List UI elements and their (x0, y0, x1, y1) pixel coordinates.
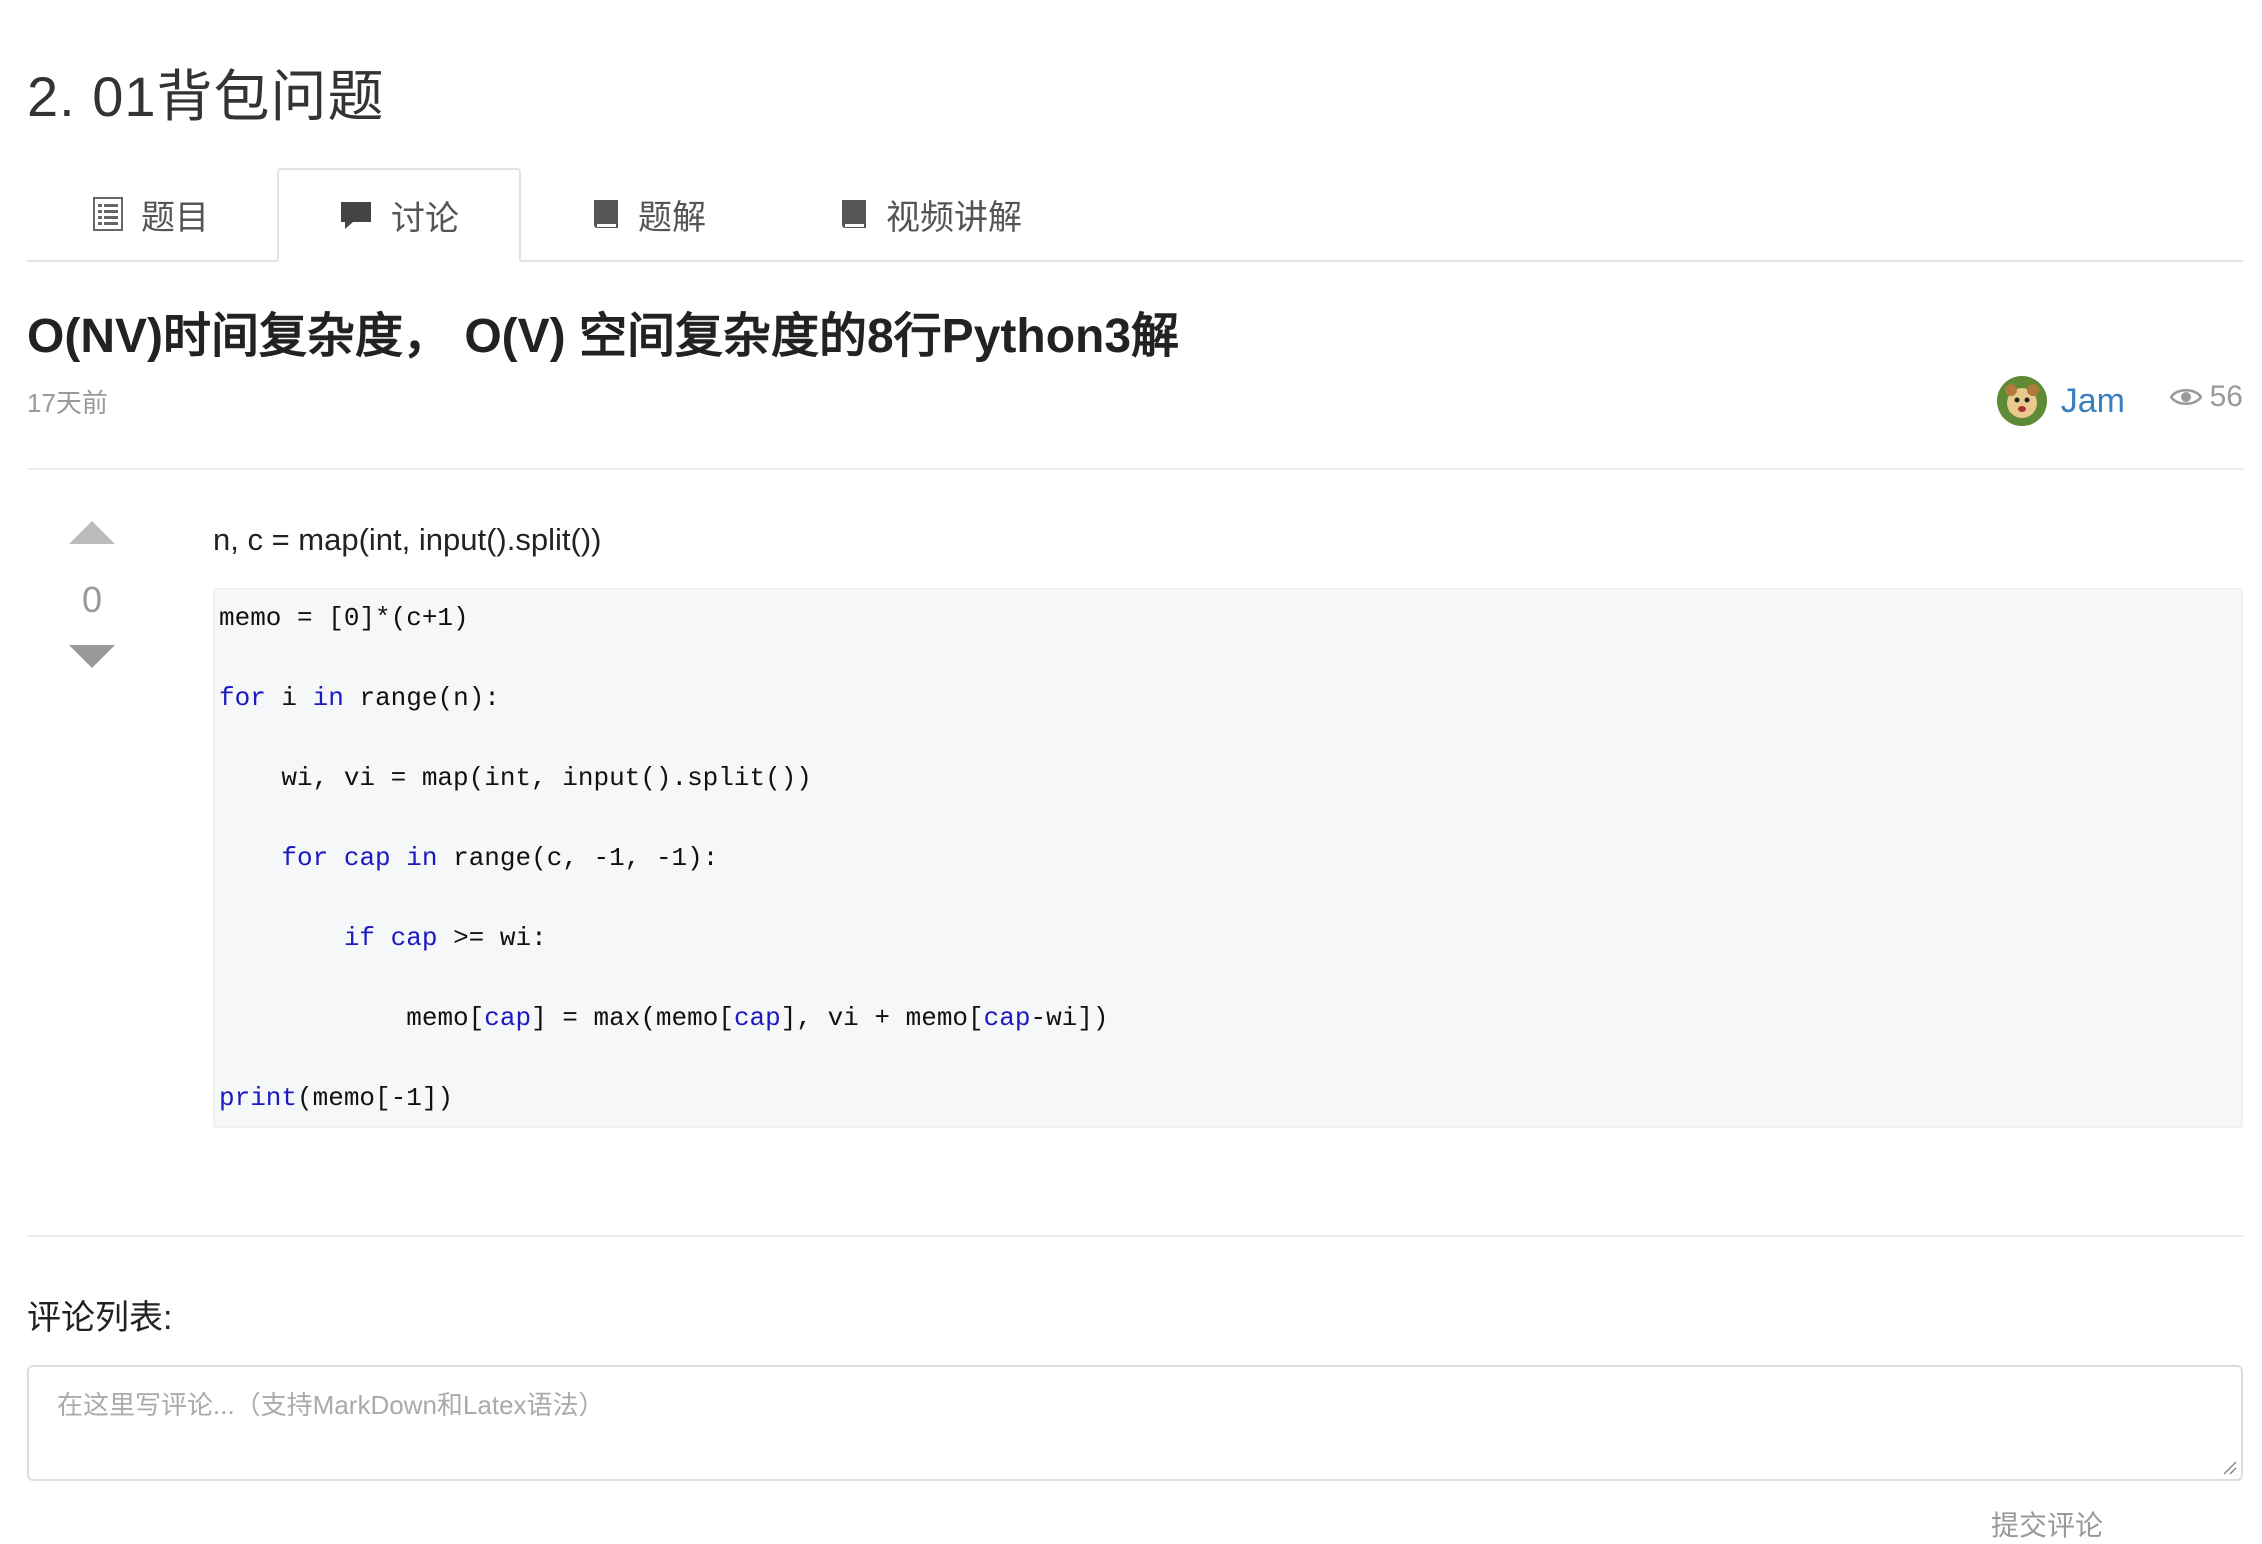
tab-solutions[interactable]: 题解 (523, 168, 773, 260)
eye-icon (2169, 389, 2202, 405)
book-icon (594, 200, 618, 228)
comment-placeholder: 在这里写评论...（支持MarkDown和Latex语法） (57, 1390, 605, 1420)
code-keyword: cap (983, 1003, 1031, 1033)
code-keyword: in (312, 683, 344, 713)
avatar-image (1996, 376, 2047, 426)
post-body: n, c = map(int, input().split()) memo = … (213, 522, 2243, 1128)
book-icon (842, 200, 866, 228)
vote-widget: 0 (67, 518, 117, 676)
comment-input[interactable]: 在这里写评论...（支持MarkDown和Latex语法） (27, 1365, 2243, 1481)
tab-video[interactable]: 视频讲解 (775, 168, 1085, 260)
tab-label: 题解 (638, 198, 706, 237)
list-icon (93, 197, 123, 231)
post-text: n, c = map(int, input().split()) (213, 522, 602, 557)
view-count-value: 56 (2209, 380, 2243, 413)
tab-bar: 题目 讨论 题解 视频讲解 (27, 168, 2243, 262)
divider (27, 468, 2243, 470)
avatar[interactable] (1996, 376, 2047, 426)
code-line: print(memo[-1]) (219, 1083, 454, 1113)
code-keyword: if (343, 923, 376, 953)
code-line: memo[cap] = max(memo[cap], vi + memo[cap… (406, 1003, 1109, 1033)
resize-handle-icon[interactable] (2221, 1459, 2237, 1475)
tab-label: 视频讲解 (886, 198, 1022, 237)
divider (27, 1235, 2243, 1237)
author[interactable]: Jam (1996, 376, 2125, 426)
tab-label: 讨论 (391, 199, 459, 238)
tab-discussion[interactable]: 讨论 (277, 168, 521, 262)
code-line: for i in range(n): (219, 683, 500, 713)
downvote-icon[interactable] (67, 643, 117, 671)
comments-heading: 评论列表: (27, 1299, 173, 1337)
submit-comment-button[interactable]: 提交评论 (1991, 1504, 2103, 1544)
code-block: memo = [0]*(c+1) for i in range(n): wi, … (213, 588, 2243, 1128)
code-line: wi, vi = map(int, input().split()) (219, 763, 812, 793)
code-keyword: cap (733, 1003, 781, 1033)
tab-problem[interactable]: 题目 (27, 168, 275, 260)
code-keyword: cap (343, 843, 391, 873)
code-line: memo = [0]*(c+1) (219, 603, 469, 633)
chat-icon (341, 202, 371, 229)
post-time: 17天前 (27, 388, 108, 418)
problem-title: 2. 01背包问题 (27, 65, 385, 128)
code-keyword: print (219, 1083, 298, 1113)
post-title: O(NV)时间复杂度， O(V) 空间复杂度的8行Python3解 (27, 310, 1180, 363)
code-line: for cap in range(c, -1, -1): (281, 843, 719, 873)
upvote-icon[interactable] (67, 518, 117, 546)
code-keyword: in (406, 843, 438, 873)
code-keyword: cap (390, 923, 438, 953)
code-keyword: for (281, 843, 329, 873)
code-keyword: cap (484, 1003, 532, 1033)
tab-label: 题目 (141, 198, 209, 237)
author-name[interactable]: Jam (2061, 382, 2125, 421)
code-keyword: for (219, 683, 266, 713)
code-line: if cap >= wi: (343, 923, 547, 953)
view-count: 56 (2169, 380, 2243, 414)
vote-count: 0 (81, 579, 103, 620)
